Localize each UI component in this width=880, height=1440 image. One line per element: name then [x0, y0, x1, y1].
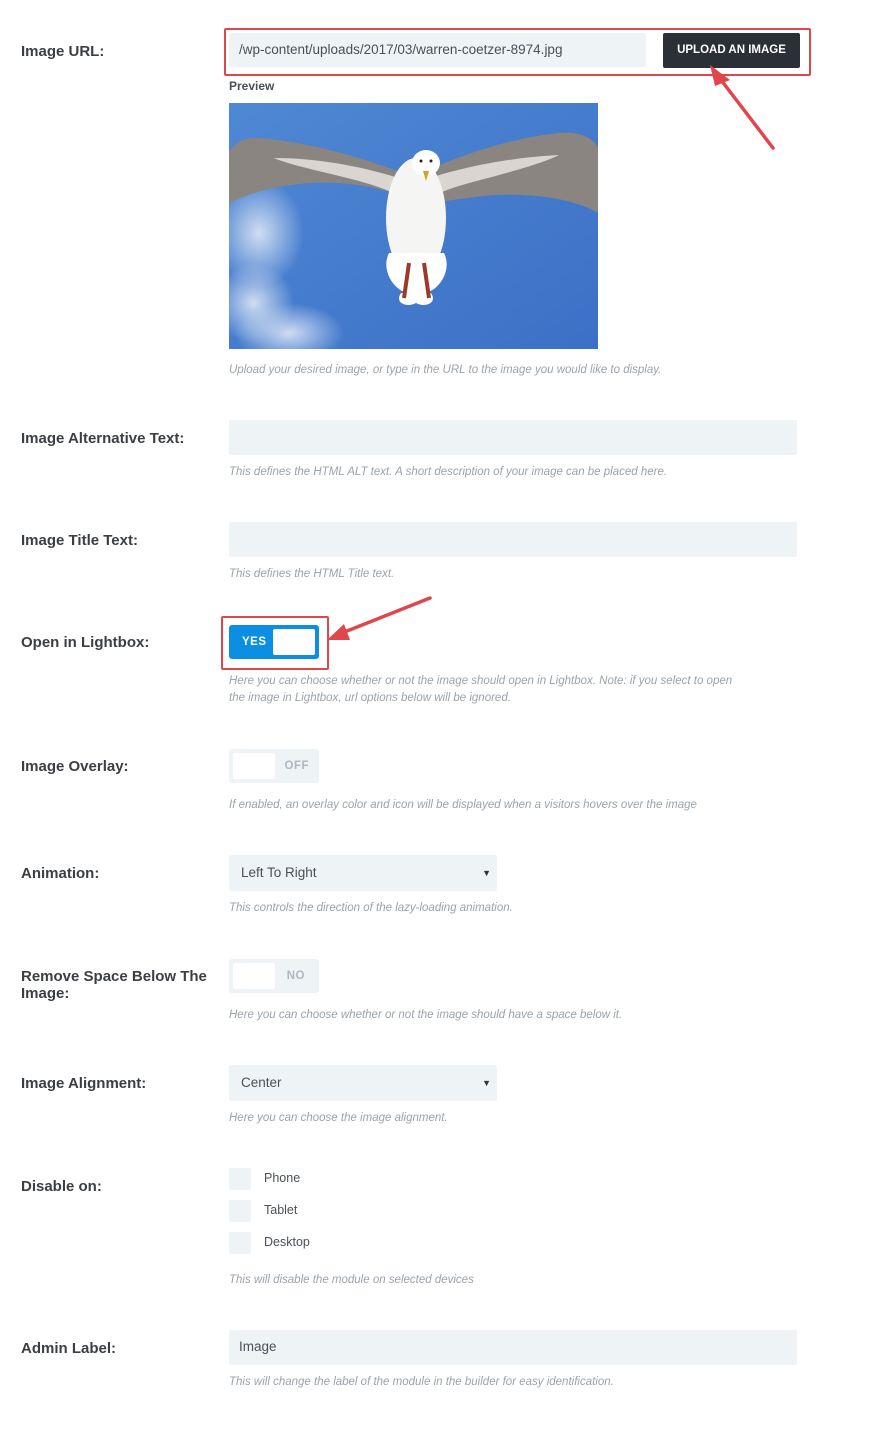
overlay-toggle-state: OFF	[284, 760, 309, 772]
remove-space-label-line2: Image:	[21, 985, 70, 1002]
remove-space-label-line1: Remove Space Below The	[21, 968, 207, 985]
title-text-input[interactable]	[229, 522, 797, 557]
desktop-checkbox-label: Desktop	[264, 1235, 310, 1249]
title-text-hint: This defines the HTML Title text.	[229, 568, 395, 580]
admin-label-label: Admin Label:	[21, 1340, 117, 1357]
image-url-highlight	[224, 28, 811, 76]
caret-down-icon: ▼	[482, 868, 491, 878]
alignment-value: Center	[241, 1075, 282, 1090]
phone-checkbox-label: Phone	[264, 1171, 301, 1185]
admin-label-value: Image	[239, 1339, 277, 1354]
admin-label-hint: This will change the label of the module…	[229, 1376, 614, 1388]
lightbox-hint-line2: the image in Lightbox, url options below…	[229, 692, 511, 704]
alt-text-input[interactable]	[229, 420, 797, 455]
caret-down-icon: ▼	[482, 1078, 491, 1088]
admin-label-input[interactable]: Image	[229, 1330, 797, 1365]
tablet-checkbox[interactable]	[229, 1200, 251, 1222]
remove-space-toggle[interactable]: NO	[229, 959, 319, 993]
alignment-hint: Here you can choose the image alignment.	[229, 1112, 448, 1124]
preview-image	[229, 103, 598, 349]
lightbox-annotation-arrow	[327, 596, 432, 640]
alt-text-label: Image Alternative Text:	[21, 430, 185, 447]
image-url-hint: Upload your desired image, or type in th…	[229, 364, 662, 376]
upload-annotation-arrow	[710, 65, 775, 150]
alignment-label: Image Alignment:	[21, 1075, 147, 1092]
image-url-label: Image URL:	[21, 43, 105, 60]
overlay-toggle[interactable]: OFF	[229, 749, 319, 783]
title-text-label: Image Title Text:	[21, 532, 138, 549]
animation-value: Left To Right	[241, 865, 317, 880]
preview-label: Preview	[229, 79, 275, 93]
overlay-toggle-knob	[233, 753, 275, 779]
lightbox-hint-line1: Here you can choose whether or not the i…	[229, 675, 733, 687]
animation-select[interactable]: Left To Right ▼	[229, 855, 497, 891]
overlay-hint: If enabled, an overlay color and icon wi…	[229, 799, 697, 811]
animation-label: Animation:	[21, 865, 100, 882]
alt-text-hint: This defines the HTML ALT text. A short …	[229, 466, 668, 478]
desktop-checkbox[interactable]	[229, 1232, 251, 1254]
lightbox-highlight	[221, 616, 329, 670]
lightbox-label: Open in Lightbox:	[21, 634, 150, 651]
disable-on-label: Disable on:	[21, 1178, 102, 1195]
tablet-checkbox-label: Tablet	[264, 1203, 298, 1217]
disable-on-hint: This will disable the module on selected…	[229, 1274, 474, 1286]
remove-space-hint: Here you can choose whether or not the i…	[229, 1009, 623, 1021]
remove-space-toggle-state: NO	[286, 970, 305, 982]
alignment-select[interactable]: Center ▼	[229, 1065, 497, 1101]
animation-hint: This controls the direction of the lazy-…	[229, 902, 513, 914]
overlay-label: Image Overlay:	[21, 758, 129, 775]
phone-checkbox[interactable]	[229, 1168, 251, 1190]
remove-space-toggle-knob	[233, 963, 275, 989]
